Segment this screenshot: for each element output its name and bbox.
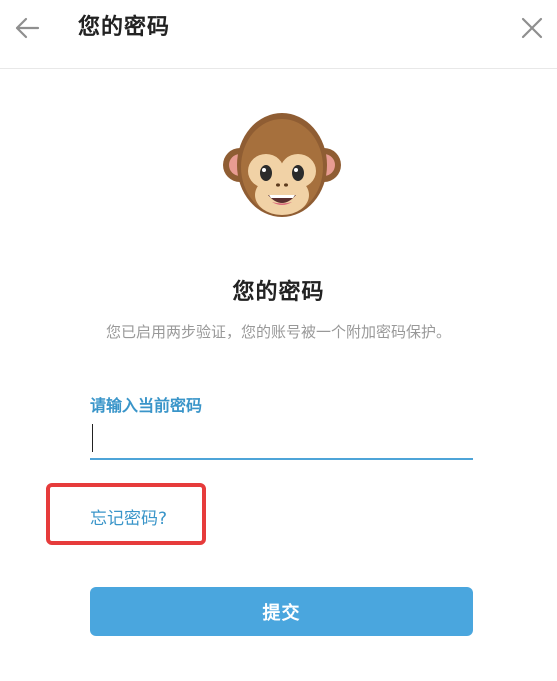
arrow-left-icon (15, 17, 40, 39)
main-title: 您的密码 (232, 280, 325, 305)
monkey-icon (223, 113, 341, 217)
close-button[interactable] (513, 9, 551, 47)
submit-button[interactable]: 提交 (90, 587, 473, 636)
header-bar: 您的密码 (0, 0, 557, 69)
password-input[interactable] (90, 420, 473, 460)
subtitle-text: 您已启用两步验证，您的账号被一个附加密码保护。 (105, 323, 451, 341)
page-title: 您的密码 (78, 15, 171, 40)
password-field-label: 请输入当前密码 (90, 396, 203, 415)
back-button[interactable] (8, 9, 46, 47)
text-cursor (92, 424, 93, 452)
forgot-password-link[interactable]: 忘记密码? (90, 507, 167, 531)
close-icon (521, 17, 543, 39)
